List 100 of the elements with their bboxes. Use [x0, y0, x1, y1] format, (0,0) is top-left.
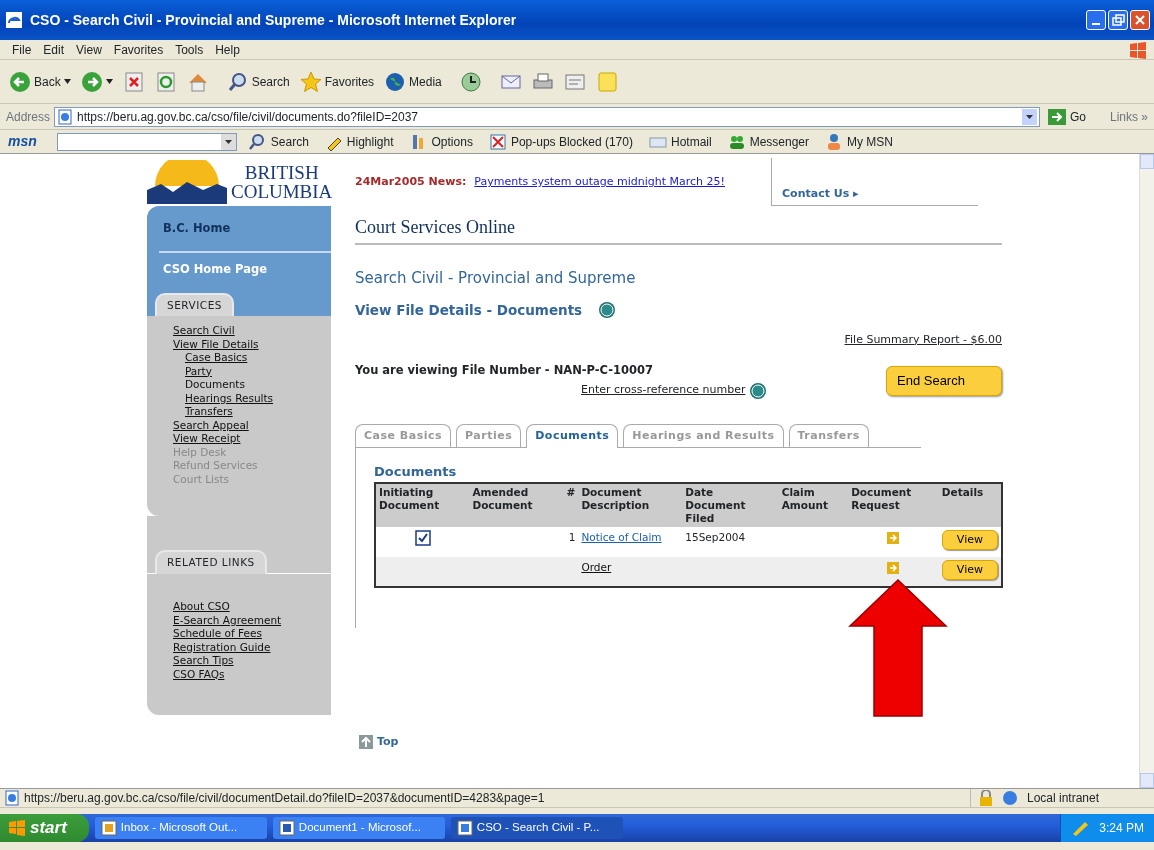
menu-item[interactable]: Edit — [37, 40, 71, 59]
sidebar-link[interactable]: E-Search Agreement — [173, 613, 282, 627]
mymsn-button[interactable]: My MSN — [821, 132, 898, 151]
restore-button[interactable] — [1108, 10, 1128, 30]
search-icon — [226, 70, 249, 93]
messenger-button[interactable]: Messenger — [723, 132, 814, 151]
request-arrow-icon[interactable] — [887, 561, 900, 574]
popup-button[interactable]: Pop-ups Blocked (170) — [484, 132, 637, 151]
top-link[interactable]: Top — [377, 733, 399, 750]
dropdown-icon[interactable] — [1021, 109, 1037, 126]
clock-icon — [459, 70, 482, 93]
search-field[interactable] — [56, 132, 237, 151]
links-label[interactable]: Links » — [1109, 107, 1148, 126]
page-heading: Search Civil - Provincial and Supreme — [355, 268, 637, 289]
media-button[interactable]: Media — [381, 68, 445, 95]
app-icon — [456, 820, 473, 836]
sidebar-link[interactable]: Search Tips — [173, 654, 234, 668]
end-search-button[interactable]: End Search — [886, 366, 1002, 396]
sidebar-link[interactable]: CSO FAQs — [173, 667, 225, 681]
network-icon — [1001, 790, 1019, 806]
help-icon[interactable] — [749, 381, 768, 400]
sidebar-link[interactable]: Party — [173, 364, 212, 379]
sidebar-link[interactable]: Search Appeal — [173, 418, 249, 433]
table-cell: 15Sep2004 — [685, 530, 746, 543]
sidebar-link[interactable]: View Receipt — [173, 432, 241, 446]
search-button[interactable]: Search — [223, 68, 293, 95]
blocked-popup-icon — [488, 132, 507, 151]
menu-item[interactable]: Help — [209, 40, 246, 59]
column-header: Document Request — [848, 482, 939, 527]
address-field[interactable]: https://beru.ag.gov.bc.ca/cso/file/civil/documents.do?fileID=2037 — [54, 106, 1040, 127]
column-header: Document Description — [578, 482, 683, 527]
taskbar-button[interactable]: Document1 - Microsof... — [272, 817, 445, 839]
start-button[interactable]: start — [0, 814, 89, 842]
view-button[interactable]: View — [941, 559, 998, 580]
sidebar-link[interactable]: About CSO — [173, 600, 230, 614]
app-icon — [100, 820, 117, 836]
request-arrow-icon[interactable] — [887, 531, 900, 544]
sidebar-link[interactable]: Search Civil — [173, 324, 235, 338]
hotmail-button[interactable]: Hotmail — [644, 132, 716, 151]
document-link[interactable]: Notice of Claim — [581, 530, 662, 543]
menu-item[interactable]: View — [70, 40, 108, 59]
page-icon — [4, 790, 20, 806]
page-icon — [57, 108, 74, 125]
menu-item[interactable]: File — [6, 40, 38, 59]
column-header: Claim Amount — [778, 482, 849, 527]
table-title: Documents — [374, 463, 458, 481]
site-title: Court Services Online — [355, 206, 1002, 245]
news-link[interactable]: Payments system outage midnight March 25! — [474, 174, 725, 191]
window-title: CSO - Search Civil - Provincial and Supreme - Microsoft Internet Explorer — [30, 10, 517, 30]
msn-logo: msn — [8, 132, 37, 151]
minimize-button[interactable] — [1086, 10, 1106, 30]
logo-text: COLUMBIA — [231, 182, 333, 201]
tab[interactable]: Documents — [526, 423, 619, 448]
document-link[interactable]: Order — [581, 560, 612, 573]
table-cell: 1 — [568, 530, 576, 543]
up-arrow-icon[interactable] — [359, 734, 373, 749]
windows-logo — [1128, 40, 1148, 59]
favorites-button[interactable]: Favorites — [296, 68, 378, 95]
app-icon — [278, 820, 295, 836]
zone-text: Local intranet — [1027, 790, 1100, 807]
options-button[interactable]: Options — [405, 132, 477, 151]
search-button[interactable]: Search — [244, 132, 313, 151]
sidebar-link[interactable]: Schedule of Fees — [173, 627, 262, 641]
contact-us-link[interactable]: Contact Us ▸ — [782, 187, 859, 200]
dropdown-icon — [105, 79, 113, 84]
globe-icon — [384, 70, 407, 93]
sidebar-link[interactable]: Hearings Results — [173, 391, 274, 406]
go-button[interactable]: Go — [1043, 107, 1090, 126]
help-icon[interactable] — [598, 300, 617, 319]
status-text: https://beru.ag.gov.bc.ca/cso/file/civil/documentDetail.do?fileID=2037&documentID=4283&page=1 — [24, 790, 545, 807]
summary-report-link[interactable]: File Summary Report - $6.00 — [844, 332, 1002, 346]
sidebar-link[interactable]: Documents — [173, 378, 245, 392]
menu-item[interactable]: Favorites — [107, 40, 170, 59]
restore-icon — [1111, 14, 1125, 26]
cross-reference-link[interactable]: Enter cross-reference number — [581, 382, 746, 399]
minimize-icon — [1092, 23, 1100, 25]
sidebar-link[interactable]: B.C. Home — [159, 212, 331, 254]
sidebar-link[interactable]: Transfers — [173, 405, 233, 419]
column-header: Date Document Filed — [682, 482, 779, 527]
windows-logo — [8, 820, 26, 836]
address-label: Address — [6, 108, 51, 126]
logo-text: BRITISH — [243, 163, 320, 182]
clock-text: 3:24 PM — [1099, 820, 1144, 837]
page-subheading: View File Details - Documents — [355, 300, 583, 320]
close-icon — [1135, 15, 1145, 25]
taskbar-button[interactable]: CSO - Search Civil - P... — [450, 817, 623, 839]
close-button[interactable] — [1130, 10, 1150, 30]
sidebar-link[interactable]: View File Details — [173, 337, 259, 352]
taskbar-button[interactable]: Inbox - Microsoft Out... — [94, 817, 267, 839]
view-button[interactable]: View — [941, 529, 998, 550]
column-header: Initiating Document — [375, 482, 470, 527]
sidebar-link[interactable]: Case Basics — [173, 351, 248, 365]
back-button[interactable]: Back — [6, 68, 74, 95]
highlight-button[interactable]: Highlight — [320, 132, 398, 151]
column-header: Details — [938, 482, 1002, 527]
menu-item[interactable]: Tools — [169, 40, 210, 59]
note-icon — [595, 70, 618, 93]
star-icon — [299, 70, 322, 93]
dropdown-icon — [220, 133, 236, 150]
sidebar-link[interactable]: Registration Guide — [173, 640, 271, 654]
